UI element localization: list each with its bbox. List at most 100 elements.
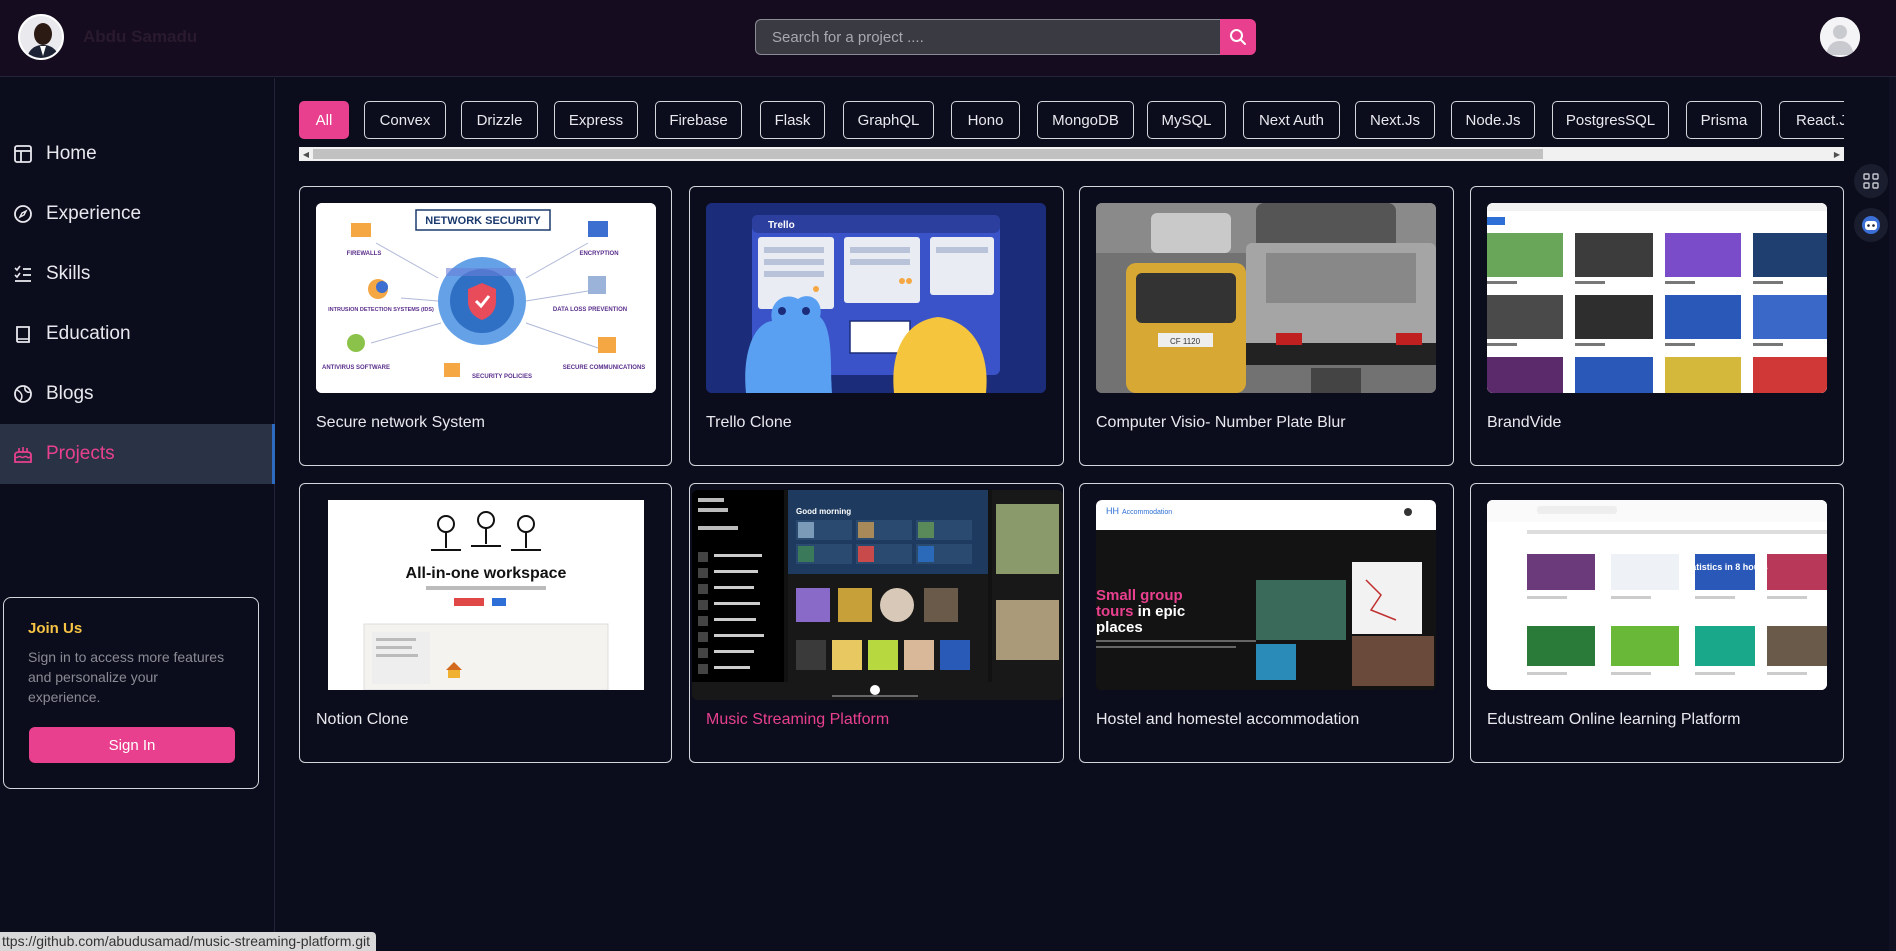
svg-text:ANTIVIRUS SOFTWARE: ANTIVIRUS SOFTWARE: [322, 365, 390, 371]
sidebar-item-label: Blogs: [46, 383, 94, 404]
filter-chip[interactable]: Express: [554, 101, 638, 139]
filter-chip[interactable]: Convex: [364, 101, 446, 139]
scrollbar-thumb[interactable]: [313, 149, 1543, 159]
svg-text:Accommodation: Accommodation: [1122, 509, 1172, 516]
project-thumbnail: Statistics in 8 hours: [1487, 500, 1827, 690]
join-title: Join Us: [28, 620, 83, 637]
sidebar-item-label: Projects: [46, 443, 115, 464]
search-bar: [755, 19, 1256, 55]
profile-logo[interactable]: [18, 14, 64, 60]
sidebar-item-projects[interactable]: Projects: [0, 424, 275, 484]
sidebar-item-experience[interactable]: Experience: [0, 184, 275, 244]
join-description: Sign in to access more features and pers…: [28, 649, 225, 705]
assistant-bot-button[interactable]: [1854, 208, 1888, 242]
thumb-caption: Statistics in 8 hours: [1682, 562, 1768, 572]
project-thumbnail: Trello: [706, 203, 1046, 393]
project-title: Secure network System: [316, 414, 485, 431]
book-icon: [12, 323, 34, 345]
project-thumbnail: All-in-one workspace: [316, 500, 656, 690]
filter-chip[interactable]: Flask: [760, 101, 825, 139]
search-button[interactable]: [1220, 19, 1256, 55]
project-card[interactable]: Trello Trello Clone: [689, 186, 1064, 466]
layout-icon: [12, 143, 34, 165]
svg-text:Small group: Small group: [1096, 587, 1183, 604]
thumb-caption: NETWORK SECURITY: [425, 215, 541, 227]
technology-filter-bar: All Convex Drizzle Express Firebase Flas…: [299, 101, 1844, 141]
sidebar-item-label: Experience: [46, 203, 142, 224]
link-status-bar: ttps://github.com/abudusamad/music-strea…: [0, 932, 377, 951]
thumb-caption: All-in-one workspace: [406, 565, 567, 582]
project-title: Computer Visio- Number Plate Blur: [1096, 414, 1346, 431]
filter-chip-all[interactable]: All: [299, 101, 349, 139]
sidebar: Home Experience Skills Education Blogs P…: [0, 78, 275, 951]
sidebar-item-home[interactable]: Home: [0, 124, 275, 184]
globe-icon: [12, 383, 34, 405]
project-title: Music Streaming Platform: [706, 711, 890, 728]
project-title: Trello Clone: [706, 414, 792, 431]
project-title: Hostel and homestel accommodation: [1096, 711, 1360, 728]
filter-chip[interactable]: Node.Js: [1451, 101, 1535, 139]
project-title: BrandVide: [1487, 414, 1562, 431]
svg-text:SECURITY POLICIES: SECURITY POLICIES: [472, 374, 532, 380]
project-thumbnail: NETWORK SECURITY FIREWALLS ENCRYPTION IN…: [316, 203, 656, 393]
project-card[interactable]: All-in-one workspace Notion Clone: [299, 483, 672, 763]
project-title: Edustream Online learning Platform: [1487, 711, 1741, 728]
project-card[interactable]: Good morning Music Streaming Platform: [689, 483, 1064, 763]
search-input[interactable]: [755, 19, 1221, 55]
sidebar-item-blogs[interactable]: Blogs: [0, 364, 275, 424]
svg-text:DATA LOSS PREVENTION: DATA LOSS PREVENTION: [553, 307, 627, 313]
project-card[interactable]: CF 1120 Computer Visio- Number Plate Blu…: [1079, 186, 1454, 466]
sidebar-item-education[interactable]: Education: [0, 304, 275, 364]
filter-chip[interactable]: GraphQL: [843, 101, 934, 139]
filter-chip[interactable]: Hono: [951, 101, 1020, 139]
filter-horizontal-scrollbar[interactable]: ◀ ▶: [299, 147, 1844, 161]
page-vertical-scrollbar[interactable]: [1889, 77, 1896, 951]
cake-icon: [12, 443, 34, 465]
sidebar-item-label: Education: [46, 323, 131, 344]
apps-grid-button[interactable]: [1854, 164, 1888, 198]
project-thumbnail: Good morning: [692, 490, 1063, 700]
filter-chip[interactable]: PostgresSQL: [1552, 101, 1669, 139]
brand-name: Abdu Samadu: [83, 27, 198, 46]
svg-text:INTRUSION DETECTION SYSTEMS (I: INTRUSION DETECTION SYSTEMS (IDS): [328, 307, 434, 313]
scroll-left-icon[interactable]: ◀: [299, 147, 313, 161]
user-avatar[interactable]: [1820, 17, 1860, 57]
sidebar-item-label: Skills: [46, 263, 91, 284]
list-check-icon: [12, 263, 34, 285]
filter-chip[interactable]: MongoDB: [1037, 101, 1134, 139]
bot-icon: [1862, 216, 1880, 234]
thumb-caption: Good morning: [796, 507, 851, 516]
grid-icon: [1863, 173, 1879, 189]
project-title: Notion Clone: [316, 711, 409, 728]
project-card[interactable]: HH Accommodation Small group tours in ep…: [1079, 483, 1454, 763]
sidebar-item-label: Home: [46, 143, 97, 164]
svg-text:FIREWALLS: FIREWALLS: [347, 251, 382, 257]
svg-text:ENCRYPTION: ENCRYPTION: [579, 251, 618, 257]
project-card[interactable]: Statistics in 8 hours Edustream Online l…: [1470, 483, 1844, 763]
sign-in-button[interactable]: Sign In: [29, 727, 235, 763]
svg-text:places: places: [1096, 619, 1143, 636]
filter-chip[interactable]: Prisma: [1686, 101, 1762, 139]
scroll-right-icon[interactable]: ▶: [1830, 147, 1844, 161]
filter-chip[interactable]: Next Auth: [1243, 101, 1340, 139]
project-card[interactable]: NETWORK SECURITY FIREWALLS ENCRYPTION IN…: [299, 186, 672, 466]
filter-chip[interactable]: React.Js: [1779, 101, 1844, 139]
filter-chip[interactable]: MySQL: [1147, 101, 1226, 139]
filter-chip[interactable]: Firebase: [655, 101, 742, 139]
thumb-caption: Trello: [768, 220, 795, 231]
project-card[interactable]: BrandVide: [1470, 186, 1844, 466]
project-thumbnail: [1487, 203, 1827, 393]
search-icon: [1230, 29, 1246, 45]
svg-text:SECURE COMMUNICATIONS: SECURE COMMUNICATIONS: [563, 365, 646, 371]
svg-text:HH: HH: [1106, 506, 1119, 516]
compass-icon: [12, 203, 34, 225]
sidebar-item-skills[interactable]: Skills: [0, 244, 275, 304]
svg-text:tours in epic: tours in epic: [1096, 603, 1185, 620]
filter-chip[interactable]: Drizzle: [461, 101, 538, 139]
svg-text:CF 1120: CF 1120: [1170, 337, 1201, 346]
project-thumbnail: CF 1120: [1096, 203, 1436, 393]
join-us-card: Join Us Sign in to access more features …: [3, 597, 259, 789]
project-thumbnail: HH Accommodation Small group tours in ep…: [1096, 500, 1436, 690]
filter-chip[interactable]: Next.Js: [1355, 101, 1435, 139]
top-header: Abdu Samadu: [0, 0, 1896, 77]
